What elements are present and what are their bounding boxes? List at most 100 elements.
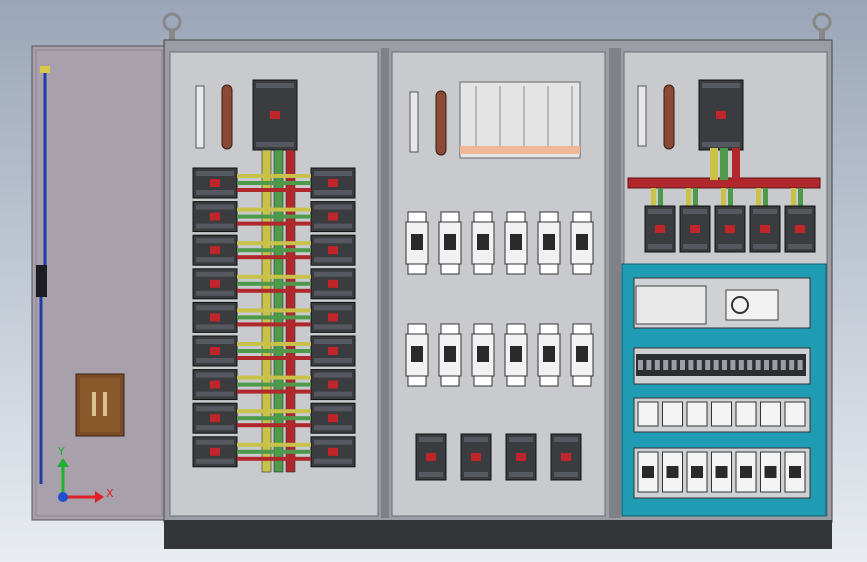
right-breaker-3-terminal-bottom	[753, 244, 777, 249]
right-breaker-1-terminal-top	[683, 209, 707, 214]
relay-3	[711, 401, 732, 427]
branch-link-g-1	[237, 214, 311, 219]
branch-breaker-right-7-terminal-top	[314, 406, 352, 412]
terminal-13	[747, 360, 753, 370]
branch-breaker-right-0-terminal-top	[314, 171, 352, 176]
right-breaker-3-toggle	[760, 225, 770, 233]
fuse-holder-row1-2	[471, 211, 495, 275]
middle-breaker-0-terminal-top	[419, 437, 443, 442]
right-breaker-1-terminal-bottom	[683, 244, 707, 249]
document-pocket	[75, 373, 125, 437]
fuse-holder-row1-2-cap-top	[473, 211, 493, 223]
branch-breaker-left-6-terminal-top	[196, 372, 234, 378]
drop-g-1	[693, 188, 698, 208]
right-breaker-3-terminal-top	[753, 209, 777, 214]
branch-breaker-left-5-terminal-bottom	[196, 358, 234, 363]
fuse-holder-row1-0-cap-bottom	[407, 263, 427, 275]
drop-y-3	[756, 188, 761, 208]
earth-bar-left	[221, 84, 233, 150]
branch-breaker-right-0-terminal-bottom	[314, 190, 352, 195]
branch-link-g-4	[237, 315, 311, 320]
terminal-strip	[636, 354, 806, 376]
terminal-2	[654, 360, 660, 370]
main-breaker-right-toggle	[716, 111, 726, 119]
branch-link-r-1	[237, 221, 311, 226]
branch-breaker-right-4-toggle	[328, 313, 338, 322]
branch-link-g-0	[237, 181, 311, 185]
contactor-window-3	[715, 466, 728, 478]
section-divider-2	[609, 48, 621, 518]
plc-panel	[621, 263, 827, 517]
main-breaker-left	[252, 79, 298, 151]
branch-link-y-7	[237, 409, 311, 414]
drop-g-0	[658, 188, 663, 208]
fuse-holder-row2-0-window	[411, 346, 423, 362]
middle-breaker-3-terminal-top	[554, 437, 578, 442]
branch-breaker-left-8-terminal-bottom	[196, 458, 234, 464]
branch-link-y-6	[237, 375, 311, 380]
contactor-window-0	[642, 466, 654, 478]
branch-breaker-right-2-terminal-top	[314, 238, 352, 244]
riser-bus-2	[732, 148, 740, 180]
branch-breaker-right-1-terminal-top	[314, 204, 352, 210]
branch-breaker-left-3-terminal-bottom	[196, 290, 234, 296]
branch-breaker-right-6-toggle	[328, 380, 338, 389]
relay-1	[662, 401, 683, 427]
drop-g-4	[798, 188, 803, 208]
branch-breaker-left-2	[192, 234, 238, 266]
fuse-holder-row1-3-cap-bottom	[506, 263, 526, 275]
branch-breaker-right-7-toggle	[328, 414, 338, 423]
right-breaker-2-terminal-bottom	[718, 244, 742, 249]
terminal-11	[730, 360, 736, 370]
terminal-6	[688, 360, 694, 370]
right-breaker-1-toggle	[690, 225, 700, 233]
branch-breaker-left-7	[192, 402, 238, 434]
relay-0	[637, 401, 659, 427]
middle-breaker-0-toggle	[426, 453, 436, 461]
fuse-holder-row1-0-window	[411, 234, 423, 250]
fuse-holder-row1-2-window	[477, 234, 489, 250]
cable-trunking	[459, 81, 581, 159]
fuse-holder-row2-1	[438, 323, 462, 387]
branch-breaker-left-1-terminal-top	[196, 204, 234, 210]
branch-link-r-0	[237, 188, 311, 192]
terminal-19	[797, 360, 803, 370]
fuse-holder-row2-4-cap-top	[539, 323, 559, 335]
branch-link-r-3	[237, 288, 311, 293]
right-breaker-2	[714, 205, 746, 253]
right-breaker-0-toggle	[655, 225, 665, 233]
fuse-holder-row2-2-window	[477, 346, 489, 362]
middle-breaker-2-terminal-top	[509, 437, 533, 442]
branch-breaker-left-0	[192, 167, 238, 199]
middle-breaker-2-toggle	[516, 453, 526, 461]
branch-breaker-left-7-toggle	[210, 414, 220, 423]
terminal-block-right	[637, 85, 647, 147]
branch-breaker-left-4-toggle	[210, 313, 220, 322]
fuse-holder-row1-1	[438, 211, 462, 275]
branch-breaker-right-4-terminal-bottom	[314, 324, 352, 330]
fuse-holder-row2-5-window	[576, 346, 588, 362]
branch-breaker-left-3	[192, 268, 238, 300]
main-breaker-left-terminal-top	[256, 83, 294, 88]
branch-breaker-left-1-toggle	[210, 212, 220, 221]
branch-link-r-2	[237, 255, 311, 260]
branch-breaker-left-1-terminal-bottom	[196, 223, 234, 229]
terminal-4	[671, 360, 677, 370]
right-breaker-4-toggle	[795, 225, 805, 233]
section-divider-1	[381, 48, 389, 518]
fuse-holder-row1-4-cap-bottom	[539, 263, 559, 275]
main-breaker-left-toggle	[270, 111, 280, 119]
terminal-16	[772, 360, 778, 370]
contactor-window-2	[691, 466, 703, 478]
middle-breaker-1-terminal-bottom	[464, 472, 488, 477]
branch-breaker-left-8	[192, 436, 238, 468]
branch-breaker-right-6-terminal-bottom	[314, 391, 352, 397]
branch-breaker-left-2-toggle	[210, 246, 220, 255]
branch-breaker-right-2	[310, 234, 356, 266]
branch-breaker-left-7-terminal-top	[196, 406, 234, 412]
middle-breaker-0	[415, 433, 447, 481]
fuse-holder-row2-2-cap-top	[473, 323, 493, 335]
branch-breaker-left-0-terminal-bottom	[196, 190, 234, 195]
right-breaker-3	[749, 205, 781, 253]
terminal-15	[764, 360, 769, 370]
